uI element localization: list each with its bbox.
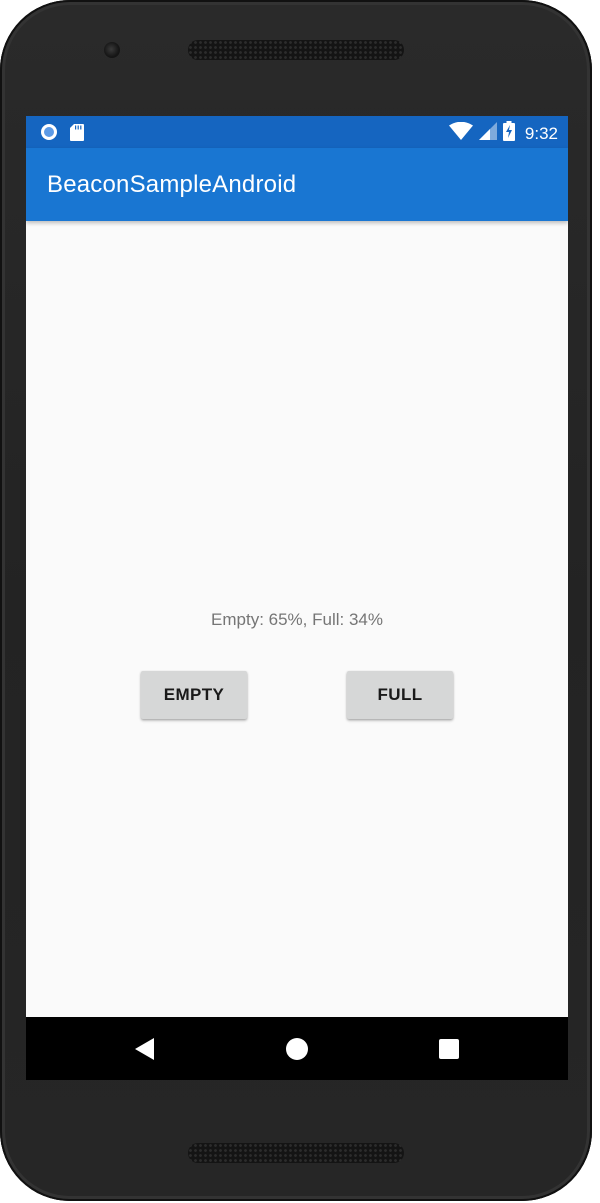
status-time: 9:32 (524, 123, 558, 143)
wifi-icon (448, 121, 473, 145)
battery-charging-icon (502, 121, 515, 146)
app-bar: BeaconSampleAndroid (26, 148, 568, 221)
recents-button[interactable] (431, 1031, 467, 1067)
bottom-speaker (188, 1143, 404, 1163)
status-bar-system: 9:32 (448, 121, 558, 146)
recents-icon (439, 1039, 459, 1059)
sd-card-icon (70, 123, 84, 146)
navigation-bar (26, 1017, 568, 1080)
home-icon (286, 1038, 308, 1060)
full-button[interactable]: FULL (347, 671, 453, 719)
app-title: BeaconSampleAndroid (47, 171, 297, 198)
back-button[interactable] (127, 1031, 163, 1067)
back-icon (135, 1038, 154, 1060)
earpiece-speaker (188, 40, 404, 60)
home-button[interactable] (279, 1031, 315, 1067)
cell-signal-icon (478, 122, 497, 145)
fill-status-text: Empty: 65%, Full: 34% (211, 610, 383, 629)
main-content: Empty: 65%, Full: 34% EMPTY FULL (26, 221, 568, 1017)
status-bar-notifications (40, 123, 84, 146)
phone-frame: 9:32 BeaconSampleAndroid Empty: 65%, Ful… (0, 0, 592, 1201)
device-screen: 9:32 BeaconSampleAndroid Empty: 65%, Ful… (26, 116, 568, 1080)
empty-button[interactable]: EMPTY (141, 671, 247, 719)
status-bar: 9:32 (26, 116, 568, 148)
front-camera (104, 42, 120, 58)
circle-notification-icon (40, 123, 58, 146)
